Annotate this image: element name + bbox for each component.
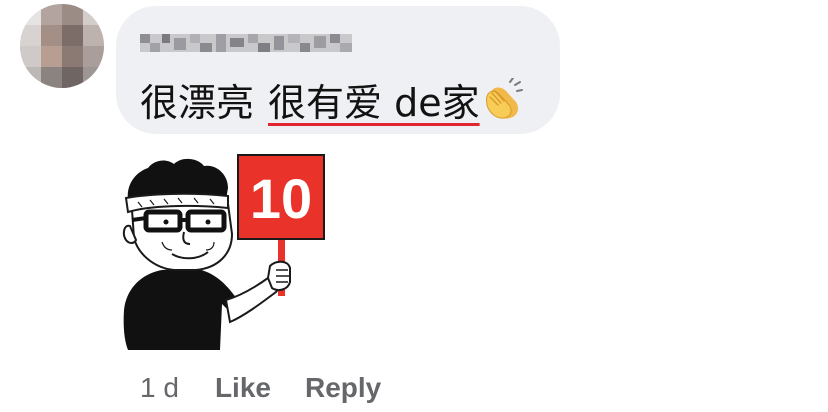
comment-text: 很漂亮 很有爱 de家 — [140, 76, 524, 125]
comment-text-plain: 很漂亮 — [140, 80, 255, 125]
comment-bubble: 很漂亮 很有爱 de家 — [116, 6, 560, 134]
comment-text-linked[interactable]: 很有爱 de家 — [268, 72, 480, 127]
score-sign: 10 — [237, 154, 325, 240]
reply-button[interactable]: Reply — [305, 372, 381, 404]
sign-number: 10 — [250, 167, 312, 230]
author-name-redacted[interactable] — [140, 30, 352, 56]
like-button[interactable]: Like — [215, 372, 271, 404]
comment-meta: 1 d Like Reply — [140, 366, 381, 410]
shirt — [123, 268, 238, 350]
glasses — [131, 209, 227, 233]
clapping-hands-icon — [485, 78, 523, 119]
avatar[interactable] — [20, 4, 104, 88]
avatar-image — [20, 4, 104, 88]
score-sticker[interactable]: 10 — [118, 150, 340, 356]
comment-item: 很漂亮 很有爱 de家 10 1 d Like Reply — [0, 0, 828, 412]
redacted-name-image — [140, 34, 352, 52]
timestamp[interactable]: 1 d — [140, 372, 179, 404]
